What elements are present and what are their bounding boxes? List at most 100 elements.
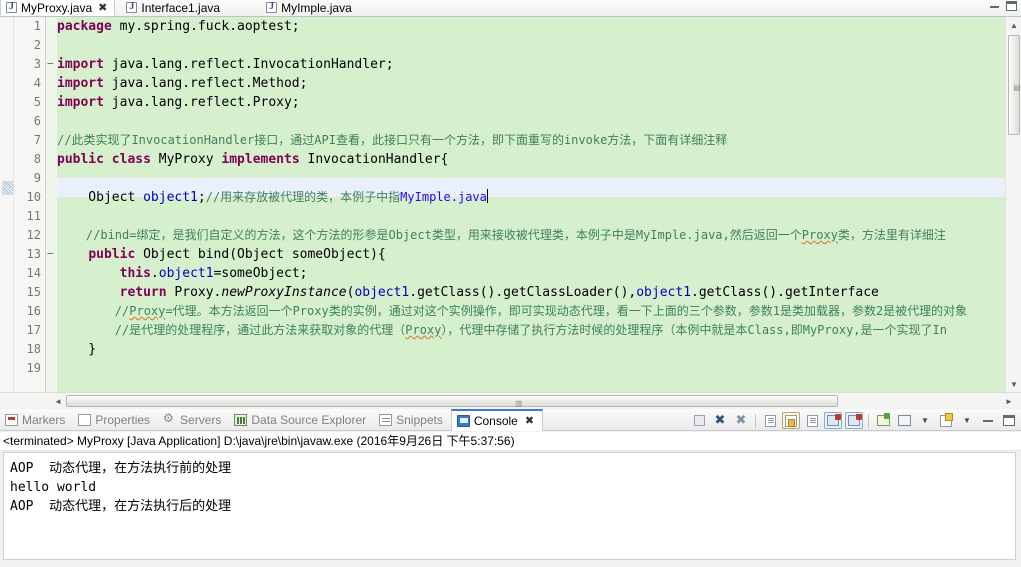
line-number: 16 — [26, 304, 41, 318]
code-editor[interactable]: 1 2 3 4 5 6 7 8 9 10 11 12 13 14 15 16 1… — [0, 17, 1021, 392]
editor-annotation-ruler[interactable] — [0, 17, 14, 392]
editor-vertical-scrollbar[interactable]: ▲ ▤ ▼ — [1005, 17, 1021, 392]
scroll-up-icon[interactable]: ▲ — [1006, 17, 1021, 33]
editor-tab-interface1[interactable]: Interface1.java — [121, 0, 227, 16]
line-number: 11 — [26, 209, 41, 223]
code-text-area[interactable]: package my.spring.fuck.aoptest; import j… — [57, 17, 1005, 392]
fold-marker-line13[interactable]: − — [47, 248, 56, 259]
line-number: 1 — [33, 19, 41, 33]
changed-line-marker — [2, 181, 13, 195]
tab-snippets[interactable]: Snippets — [374, 409, 451, 430]
horizontal-scroll-thumb[interactable]: ▥ — [66, 395, 838, 408]
tab-label: Snippets — [396, 412, 443, 427]
line-number: 2 — [33, 38, 41, 52]
display-selected-console-button[interactable] — [761, 412, 779, 429]
close-console-button[interactable] — [845, 412, 863, 429]
code-line: import java.lang.reflect.InvocationHandl… — [57, 57, 394, 72]
document-icon — [764, 414, 776, 427]
toolbar-separator — [755, 413, 756, 428]
line-number-ruler: 1 2 3 4 5 6 7 8 9 10 11 12 13 14 15 16 1… — [14, 17, 46, 392]
editor-tab-myimple[interactable]: MyImple.java — [261, 0, 359, 16]
tab-data-source-explorer[interactable]: Data Source Explorer — [229, 409, 374, 430]
code-line: //是代理的处理程序，通过此方法来获取对象的代理（Proxy），代理中存储了执行… — [57, 323, 947, 337]
bottom-view-panel: Markers Properties Servers Data Source E… — [0, 408, 1021, 567]
minimize-icon — [983, 419, 993, 422]
tab-console[interactable]: Console ✖ — [450, 408, 544, 431]
line-number: 14 — [26, 266, 41, 280]
view-tab-bar: Markers Properties Servers Data Source E… — [0, 408, 1021, 431]
editor-tab-myproxy[interactable]: MyProxy.java ✖ — [0, 0, 116, 16]
console-toolbar: ✖ ✖ ▼ ▼ — [690, 411, 1018, 430]
vertical-scroll-thumb[interactable]: ▤ — [1008, 35, 1021, 135]
tab-markers[interactable]: Markers — [0, 409, 73, 430]
toolbar-separator — [868, 413, 869, 428]
console-launch-info: <terminated> MyProxy [Java Application] … — [0, 432, 1021, 451]
line-number: 19 — [26, 361, 41, 375]
code-line: public Object bind(Object someObject){ — [88, 247, 386, 262]
clear-console-button[interactable] — [690, 412, 708, 429]
pin-console-button[interactable] — [824, 412, 842, 429]
java-file-icon — [126, 1, 138, 13]
minimize-panel-button[interactable] — [979, 412, 997, 429]
editor-tab-label: MyImple.java — [281, 0, 352, 15]
open-console-button[interactable] — [874, 412, 892, 429]
scroll-grip-icon: ▥ — [515, 399, 523, 408]
tab-label: Properties — [95, 412, 151, 427]
close-icon[interactable]: ✖ — [525, 414, 534, 427]
code-line: package my.spring.fuck.aoptest; — [57, 19, 300, 34]
editor-tab-label: MyProxy.java — [21, 0, 93, 15]
scroll-left-icon[interactable]: ◄ — [50, 393, 66, 409]
java-file-icon — [266, 1, 278, 13]
terminate-button[interactable]: ✖ — [711, 412, 729, 429]
line-number: 3 — [33, 57, 41, 71]
console-close-icon — [848, 414, 862, 426]
scroll-down-icon[interactable]: ▼ — [1006, 376, 1021, 392]
word-wrap-button[interactable] — [803, 412, 821, 429]
chevron-down-icon: ▼ — [963, 416, 971, 425]
line-number: 18 — [26, 342, 41, 356]
editor-tab-label: Interface1.java — [141, 0, 221, 15]
tab-label: Console — [473, 413, 518, 428]
maximize-icon[interactable] — [1006, 1, 1017, 11]
console-output[interactable]: AOP 动态代理，在方法执行前的处理 hello world AOP 动态代理，… — [3, 452, 1016, 560]
display-console-dropdown[interactable]: ▼ — [916, 412, 934, 429]
line-number: 12 — [26, 228, 41, 242]
line-number: 17 — [26, 323, 41, 337]
new-console-view-button[interactable] — [937, 412, 955, 429]
minimize-icon[interactable] — [990, 5, 999, 8]
display-console-button[interactable] — [895, 412, 913, 429]
data-source-explorer-icon — [234, 413, 248, 426]
remove-all-terminated-button[interactable]: ✖ — [732, 412, 750, 429]
editor-horizontal-scrollbar[interactable]: ◄ ▥ ► — [0, 392, 1021, 408]
tab-servers[interactable]: Servers — [158, 409, 229, 430]
tab-label: Servers — [180, 412, 222, 427]
folding-ruler[interactable]: − − — [46, 17, 57, 392]
code-line: } — [57, 342, 97, 357]
console-line: AOP 动态代理，在方法执行后的处理 — [10, 499, 232, 514]
tab-properties[interactable]: Properties — [73, 409, 158, 430]
maximize-panel-button[interactable] — [1000, 412, 1018, 429]
editor-window-controls — [990, 1, 1017, 11]
fold-marker-line3[interactable]: − — [47, 58, 56, 69]
line-number: 7 — [33, 133, 41, 147]
code-line: //Proxy=代理。本方法返回一个Proxy类的实例，通过对这个实例操作，即可… — [57, 304, 968, 318]
eclipse-ide-window: MyProxy.java ✖ Interface1.java MyImple.j… — [0, 0, 1021, 567]
scroll-lock-button[interactable] — [782, 412, 800, 429]
new-console-icon — [940, 412, 953, 427]
console-line: AOP 动态代理，在方法执行前的处理 — [10, 461, 232, 476]
close-icon[interactable]: ✖ — [98, 2, 107, 13]
console-pin-icon — [827, 414, 841, 426]
line-number: 9 — [33, 171, 41, 185]
code-line: import java.lang.reflect.Method; — [57, 76, 308, 91]
properties-icon — [78, 413, 92, 426]
new-console-dropdown[interactable]: ▼ — [958, 412, 976, 429]
line-number: 6 — [33, 114, 41, 128]
line-number: 4 — [33, 76, 41, 90]
code-content: package my.spring.fuck.aoptest; import j… — [57, 17, 1005, 378]
scroll-right-icon[interactable]: ► — [1001, 393, 1017, 409]
wrap-icon — [806, 414, 818, 427]
